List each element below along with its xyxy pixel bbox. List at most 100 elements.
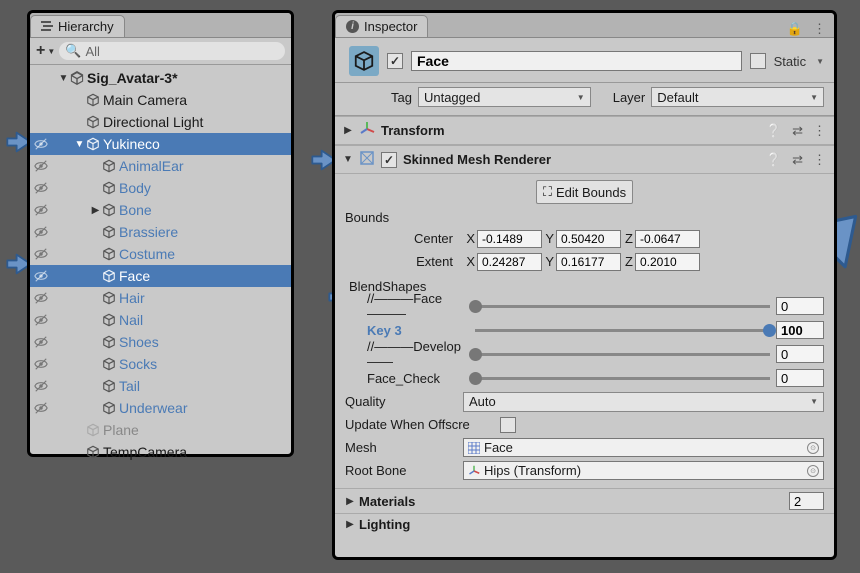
mesh-field-label: Mesh xyxy=(345,440,463,455)
eye-icon[interactable] xyxy=(34,401,52,415)
inspector-tab[interactable]: i Inspector xyxy=(335,15,428,37)
socks-row[interactable]: ▶ Socks xyxy=(30,353,291,375)
scene-row[interactable]: ▼ Sig_Avatar-3* xyxy=(30,67,291,89)
tag-dropdown[interactable]: Untagged ▼ xyxy=(418,87,591,107)
update-offscreen-checkbox[interactable] xyxy=(500,417,516,433)
eye-icon[interactable] xyxy=(34,159,52,173)
quality-row: Quality Auto ▼ xyxy=(345,390,824,413)
rootbone-object-field[interactable]: Hips (Transform) ⊙ xyxy=(463,461,824,480)
blendshape-value[interactable] xyxy=(776,369,824,387)
kebab-icon[interactable]: ⋮ xyxy=(813,21,826,37)
preset-icon[interactable]: ⇄ xyxy=(792,152,803,168)
blendshape-slider[interactable] xyxy=(475,377,770,380)
eye-icon[interactable] xyxy=(34,269,52,283)
fold-icon[interactable]: ▶ xyxy=(345,519,355,530)
eye-icon[interactable] xyxy=(34,357,52,371)
hierarchy-toolbar: + ▼ 🔍 All xyxy=(30,38,291,65)
blendshape-value[interactable] xyxy=(776,321,824,339)
layer-dropdown[interactable]: Default ▼ xyxy=(651,87,824,107)
lighting-row[interactable]: ▶ Lighting xyxy=(335,513,834,535)
fold-icon[interactable]: ▶ xyxy=(90,205,101,216)
eye-icon[interactable] xyxy=(34,379,52,393)
create-button[interactable]: + ▼ xyxy=(36,42,55,60)
hair-row[interactable]: ▶ Hair xyxy=(30,287,291,309)
eye-icon[interactable] xyxy=(34,335,52,349)
yukineco-row[interactable]: ▼ Yukineco xyxy=(30,133,291,155)
item-label: Brassiere xyxy=(119,224,178,240)
eye-icon[interactable] xyxy=(34,313,52,327)
tail-row[interactable]: ▶ Tail xyxy=(30,375,291,397)
eye-icon[interactable] xyxy=(34,225,52,239)
eye-icon[interactable] xyxy=(34,291,52,305)
fold-icon[interactable] xyxy=(343,125,353,136)
item-label: Nail xyxy=(119,312,143,328)
object-name-input[interactable] xyxy=(411,51,742,71)
cube-icon xyxy=(102,379,116,393)
extent-y-input[interactable] xyxy=(556,253,621,271)
edit-bounds-button[interactable]: ⛶ Edit Bounds xyxy=(536,180,633,204)
quality-value: Auto xyxy=(469,394,496,409)
blendshape-row: Face_Check xyxy=(345,366,824,390)
face-row[interactable]: ▶ Face xyxy=(30,265,291,287)
eye-icon[interactable] xyxy=(34,203,52,217)
help-icon[interactable]: ❔ xyxy=(766,152,782,168)
blendshape-row: //———Face——— xyxy=(345,294,824,318)
eye-icon[interactable] xyxy=(34,247,52,261)
preset-icon[interactable]: ⇄ xyxy=(792,123,803,139)
hierarchy-tab[interactable]: Hierarchy xyxy=(30,15,125,37)
lock-icon[interactable]: 🔒 xyxy=(787,21,803,37)
help-icon[interactable]: ❔ xyxy=(766,123,782,139)
blendshape-value[interactable] xyxy=(776,297,824,315)
blendshape-value[interactable] xyxy=(776,345,824,363)
object-enabled-checkbox[interactable] xyxy=(387,53,403,69)
materials-row[interactable]: ▶ Materials xyxy=(335,488,834,513)
plane-row[interactable]: ▶ Plane xyxy=(30,419,291,441)
directional-light-row[interactable]: ▶ Directional Light xyxy=(30,111,291,133)
eye-icon[interactable] xyxy=(34,181,52,195)
brassiere-row[interactable]: ▶ Brassiere xyxy=(30,221,291,243)
shoes-row[interactable]: ▶ Shoes xyxy=(30,331,291,353)
center-z-input[interactable] xyxy=(635,230,700,248)
blendshape-slider[interactable] xyxy=(475,329,770,332)
eye-icon[interactable] xyxy=(34,137,52,151)
object-picker-icon[interactable]: ⊙ xyxy=(807,465,819,477)
blendshape-slider[interactable] xyxy=(475,305,770,308)
nail-row[interactable]: ▶ Nail xyxy=(30,309,291,331)
object-picker-icon[interactable]: ⊙ xyxy=(807,442,819,454)
caret-down-icon: ▼ xyxy=(810,397,818,406)
hierarchy-tree: ▼ Sig_Avatar-3* ▶ Main Camera ▶ Directio… xyxy=(30,65,291,463)
hierarchy-tab-label: Hierarchy xyxy=(58,19,114,34)
bone-row[interactable]: ▶ Bone xyxy=(30,199,291,221)
static-dropdown-caret[interactable]: ▼ xyxy=(816,57,824,66)
fold-icon[interactable]: ▶ xyxy=(345,496,355,507)
inspector-tab-label: Inspector xyxy=(364,19,417,34)
extent-z-input[interactable] xyxy=(635,253,700,271)
fold-icon[interactable] xyxy=(343,154,353,165)
underwear-row[interactable]: ▶ Underwear xyxy=(30,397,291,419)
blendshape-slider[interactable] xyxy=(475,353,770,356)
temp-camera-row[interactable]: ▶ TempCamera xyxy=(30,441,291,463)
body-row[interactable]: ▶ Body xyxy=(30,177,291,199)
blendshape-label: Face_Check xyxy=(345,371,475,386)
quality-dropdown[interactable]: Auto ▼ xyxy=(463,392,824,412)
cube-icon xyxy=(102,401,116,415)
center-y-input[interactable] xyxy=(556,230,621,248)
smr-header[interactable]: Skinned Mesh Renderer ❔ ⇄ ⋮ xyxy=(335,145,834,174)
kebab-icon[interactable]: ⋮ xyxy=(813,152,826,168)
hierarchy-search[interactable]: 🔍 All xyxy=(59,42,285,60)
materials-count[interactable] xyxy=(789,492,824,510)
y-label: Y xyxy=(542,231,556,246)
costume-row[interactable]: ▶ Costume xyxy=(30,243,291,265)
transform-header[interactable]: Transform ❔ ⇄ ⋮ xyxy=(335,116,834,145)
animalEar-row[interactable]: ▶ AnimalEar xyxy=(30,155,291,177)
static-checkbox[interactable] xyxy=(750,53,766,69)
blendshape-label: //———Develop—— xyxy=(345,339,475,369)
main-camera-row[interactable]: ▶ Main Camera xyxy=(30,89,291,111)
mesh-object-field[interactable]: Face ⊙ xyxy=(463,438,824,457)
center-x-input[interactable] xyxy=(477,230,542,248)
smr-enabled-checkbox[interactable] xyxy=(381,152,397,168)
kebab-icon[interactable]: ⋮ xyxy=(813,123,826,139)
object-icon[interactable] xyxy=(349,46,379,76)
extent-x-input[interactable] xyxy=(477,253,542,271)
tag-layer-row: Tag Untagged ▼ Layer Default ▼ xyxy=(335,83,834,116)
